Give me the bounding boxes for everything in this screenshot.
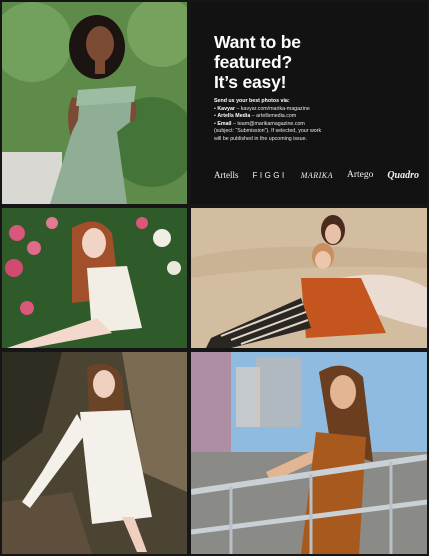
photo-roses-illustration (2, 208, 187, 348)
artells-logo: Artells (214, 170, 239, 180)
instruction-artells: • Artells Media – artellsmedia.com (214, 113, 297, 120)
submission-instructions: Send us your best photos via: • Kavyar –… (214, 98, 414, 144)
instruction-email-text: – team@marikamagazine.com (231, 120, 305, 127)
photo-two-models-sand (191, 208, 427, 348)
instruction-subject-line: (subject: “Submission”). If selected, yo… (214, 128, 322, 135)
marika-logo: MARIKA (300, 170, 334, 180)
instruction-artells-label: Artells Media (217, 113, 251, 120)
headline: Want to be featured? It’s easy! (214, 32, 414, 92)
photo-model-bronze-dress (191, 352, 427, 554)
instruction-kavyar: • Kavyar – kavyar.com/marika-magazine (214, 105, 310, 112)
photo-sand-illustration (191, 208, 427, 348)
headline-line-1: Want to be (214, 32, 301, 52)
figgi-logo: FIGGI (252, 170, 287, 180)
photo-green-dress-illustration (2, 2, 187, 204)
instruction-email: • Email – team@marikamagazine.com (214, 120, 305, 127)
instruction-email-label: Email (217, 120, 232, 127)
quadro-logo: Quadro (387, 169, 419, 181)
instruction-kavyar-text: – kavyar.com/marika-magazine (235, 105, 310, 112)
photo-model-green-dress (2, 2, 187, 204)
photo-bronze-dress-illustration (191, 352, 427, 554)
headline-line-2: featured? (214, 52, 292, 72)
instruction-publish-line: will be published in the upcoming issue. (214, 135, 308, 142)
headline-line-3: It’s easy! (214, 72, 287, 92)
photo-model-white-dress (2, 352, 187, 554)
instruction-kavyar-label: Kavyar (217, 105, 235, 112)
artego-logo: Artego (346, 170, 374, 180)
submission-info-panel: Want to be featured? It’s easy! Send us … (191, 2, 427, 204)
instructions-lead: Send us your best photos via: (214, 98, 290, 104)
photo-white-dress-illustration (2, 352, 187, 554)
instruction-artells-text: – artellsmedia.com (250, 113, 297, 120)
photo-model-roses (2, 208, 187, 348)
partner-logos: Artells FIGGI MARIKA Artego Quadro (214, 167, 419, 183)
